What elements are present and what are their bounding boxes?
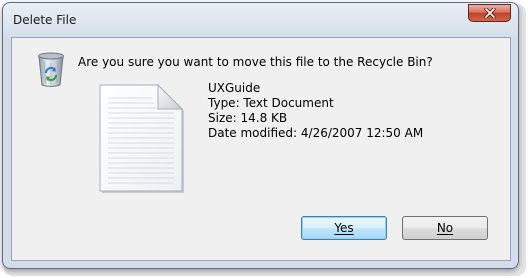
file-details: UXGuide Type: Text Document Size: 14.8 K…: [208, 81, 423, 141]
confirm-question: Are you sure you want to move this file …: [78, 55, 433, 69]
file-date-modified: Date modified: 4/26/2007 12:50 AM: [208, 126, 424, 140]
file-name: UXGuide: [208, 81, 261, 95]
close-button[interactable]: [468, 4, 511, 22]
recycle-bin-icon: [38, 52, 64, 87]
file-type: Type: Text Document: [208, 96, 334, 110]
yes-button-label: Yes: [334, 221, 354, 235]
dialog-content: Are you sure you want to move this file …: [11, 37, 511, 261]
text-document-icon: [99, 84, 184, 193]
no-button[interactable]: No: [402, 216, 488, 240]
file-size: Size: 14.8 KB: [208, 111, 288, 125]
no-button-label: No: [436, 221, 454, 235]
delete-file-dialog: Delete File Are you sure you want to mov…: [2, 2, 519, 269]
window-title: Delete File: [13, 13, 77, 27]
close-icon: [483, 8, 496, 18]
yes-button[interactable]: Yes: [301, 216, 387, 240]
title-bar[interactable]: Delete File: [3, 3, 518, 37]
